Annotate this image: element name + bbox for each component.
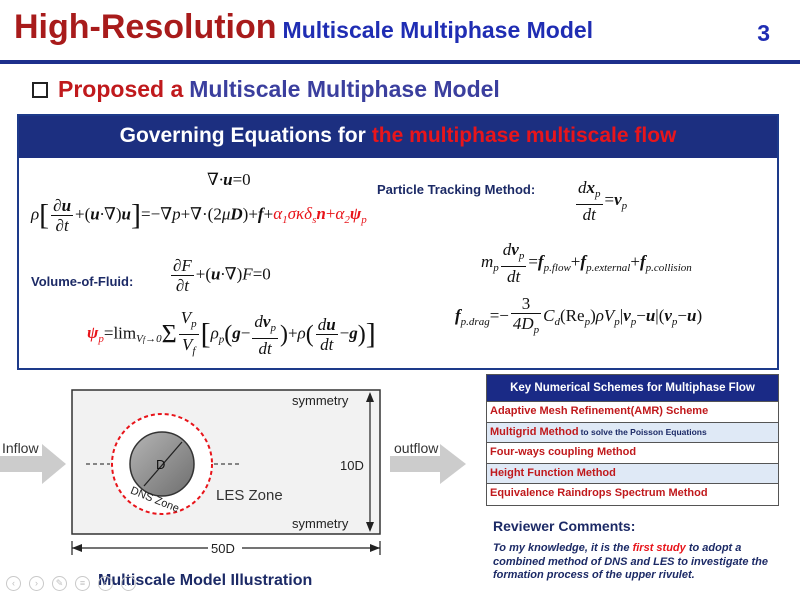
equations-header-red: the multiphase multiscale flow bbox=[371, 124, 677, 147]
scheme-label: Equivalence Raindrops Spectrum Method bbox=[490, 487, 708, 499]
equations-header: Governing Equations for the multiphase mu… bbox=[19, 116, 777, 158]
les-zone-label: LES Zone bbox=[216, 487, 283, 504]
subtitle-blue: Multiscale Multiphase Model bbox=[189, 76, 500, 102]
width-arrow-right-icon bbox=[370, 544, 380, 552]
particle-label: D bbox=[156, 457, 165, 472]
volume-of-fluid-equation: ∂F ∂t +(u·∇)F=0 bbox=[171, 256, 271, 295]
pen-icon[interactable]: ✎ bbox=[52, 576, 67, 591]
symmetry-bottom-label: symmetry bbox=[292, 516, 349, 531]
reviewer-comments-title: Reviewer Comments: bbox=[493, 518, 636, 534]
zoom-icon[interactable]: ⌕ bbox=[98, 576, 113, 591]
symmetry-top-label: symmetry bbox=[292, 393, 349, 408]
scheme-row: Height Function Method bbox=[487, 463, 778, 484]
title-divider bbox=[0, 60, 800, 64]
scheme-row: Multigrid Method to solve the Poisson Equ… bbox=[487, 422, 778, 443]
review-highlight: first study bbox=[632, 542, 686, 554]
continuity-equation: ∇·u=0 bbox=[207, 170, 251, 189]
scheme-label: Multigrid Method bbox=[490, 425, 579, 438]
section-subtitle: Proposed a Multiscale Multiphase Model bbox=[32, 76, 500, 103]
particle-tracking-equation: dxp dt =vp bbox=[576, 178, 628, 224]
scheme-label: Adaptive Mesh Refinement(AMR) Scheme bbox=[490, 405, 709, 417]
numerical-schemes-table: Key Numerical Schemes for Multiphase Flo… bbox=[486, 374, 779, 506]
source-term-equation: ψp=limVf→0Σ Vp Vf [ρp(g− dvp dt)+ρ(du dt −g)] bbox=[87, 308, 376, 358]
drag-force-equation: fp.drag=− 3 4Dp Cd(Rep)ρVp|vp−u|(vp−u) bbox=[455, 294, 703, 336]
checkbox-bullet-icon bbox=[32, 82, 48, 98]
subtitle-red: Proposed a bbox=[58, 76, 184, 102]
slide-number: 3 bbox=[757, 20, 770, 46]
inflow-label: Inflow bbox=[2, 440, 39, 456]
schemes-header: Key Numerical Schemes for Multiphase Flo… bbox=[487, 375, 778, 402]
governing-equations-box: Governing Equations for the multiphase mu… bbox=[17, 114, 779, 370]
scheme-row: Adaptive Mesh Refinement(AMR) Scheme bbox=[487, 402, 778, 423]
momentum-equation: ρ[∂u ∂t +(u·∇)u]=−∇p+∇·(2μD)+f+α1σκδsn+α2ψ… bbox=[31, 196, 367, 235]
scheme-extra-note: to solve the Poisson Equations bbox=[580, 426, 707, 437]
particle-momentum-equation: mp dvp dt =fp.flow+fp.external+fp.collision bbox=[481, 240, 692, 286]
review-text-start: To my knowledge, it is the bbox=[493, 542, 630, 554]
outflow-label: outflow bbox=[394, 440, 439, 456]
scheme-row: Equivalence Raindrops Spectrum Method bbox=[487, 484, 778, 505]
reviewer-comments-text: To my knowledge, it is the first study t… bbox=[493, 542, 793, 583]
width-arrow-left-icon bbox=[72, 544, 82, 552]
next-slide-icon[interactable]: › bbox=[29, 576, 44, 591]
title-main: High-Resolution bbox=[14, 8, 277, 46]
scheme-label: Four-ways coupling Method bbox=[490, 446, 637, 458]
height-label: 10D bbox=[340, 458, 364, 473]
slide-title: High-Resolution Multiscale Multiphase Mod… bbox=[14, 8, 593, 47]
multiscale-diagram: Inflow outflow symmetry symmetry 10D D D… bbox=[0, 389, 466, 556]
previous-slide-icon[interactable]: ‹ bbox=[6, 576, 21, 591]
more-icon[interactable]: … bbox=[121, 576, 136, 591]
slideshow-controls: ‹ › ✎ ≡ ⌕ … bbox=[6, 576, 136, 591]
volume-of-fluid-label: Volume-of-Fluid: bbox=[31, 274, 134, 289]
title-sub: Multiscale Multiphase Model bbox=[282, 17, 594, 43]
width-label: 50D bbox=[211, 541, 235, 556]
menu-icon[interactable]: ≡ bbox=[75, 576, 90, 591]
particle-tracking-label: Particle Tracking Method: bbox=[377, 182, 536, 197]
scheme-row: Four-ways coupling Method bbox=[487, 443, 778, 464]
equations-header-white: Governing Equations for bbox=[119, 124, 366, 147]
scheme-label: Height Function Method bbox=[490, 466, 616, 479]
